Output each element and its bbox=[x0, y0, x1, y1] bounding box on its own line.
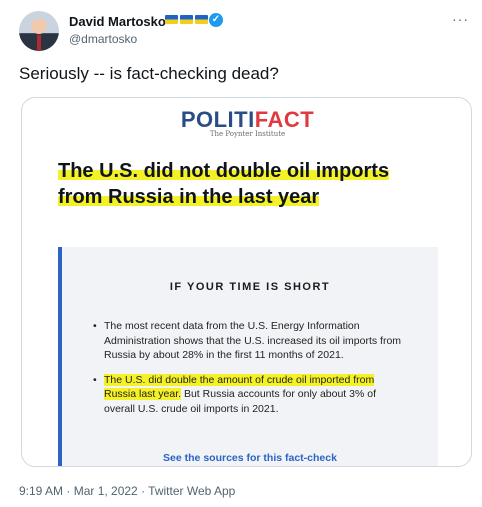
logo-subtitle: The Poynter Institute bbox=[209, 130, 286, 138]
tweet-header: David Martosko ✓ @dmartosko ··· bbox=[19, 11, 469, 55]
tweet-timestamp[interactable]: 9:19 AM · Mar 1, 2022 · Twitter Web App bbox=[19, 484, 235, 498]
verified-badge-icon: ✓ bbox=[209, 13, 223, 27]
summary-box: IF YOUR TIME IS SHORT The most recent da… bbox=[58, 247, 438, 466]
list-item: The U.S. did double the amount of crude … bbox=[93, 373, 409, 417]
embedded-image-card[interactable]: POLITIFACT The Poynter Institute The U.S… bbox=[21, 97, 472, 467]
author-handle[interactable]: @dmartosko bbox=[69, 32, 137, 46]
author-name[interactable]: David Martosko bbox=[69, 14, 166, 29]
article-headline: The U.S. did not double oil imports from… bbox=[58, 160, 390, 208]
list-item: The most recent data from the U.S. Energ… bbox=[93, 319, 409, 363]
more-options-icon[interactable]: ··· bbox=[452, 11, 469, 27]
sources-link[interactable]: See the sources for this fact-check bbox=[62, 452, 438, 464]
tweet-text: Seriously -- is fact-checking dead? bbox=[19, 64, 279, 83]
avatar[interactable] bbox=[19, 11, 59, 51]
ukraine-flag-icon bbox=[165, 15, 208, 24]
summary-title: IF YOUR TIME IS SHORT bbox=[169, 281, 331, 293]
summary-list: The most recent data from the U.S. Energ… bbox=[93, 319, 409, 426]
